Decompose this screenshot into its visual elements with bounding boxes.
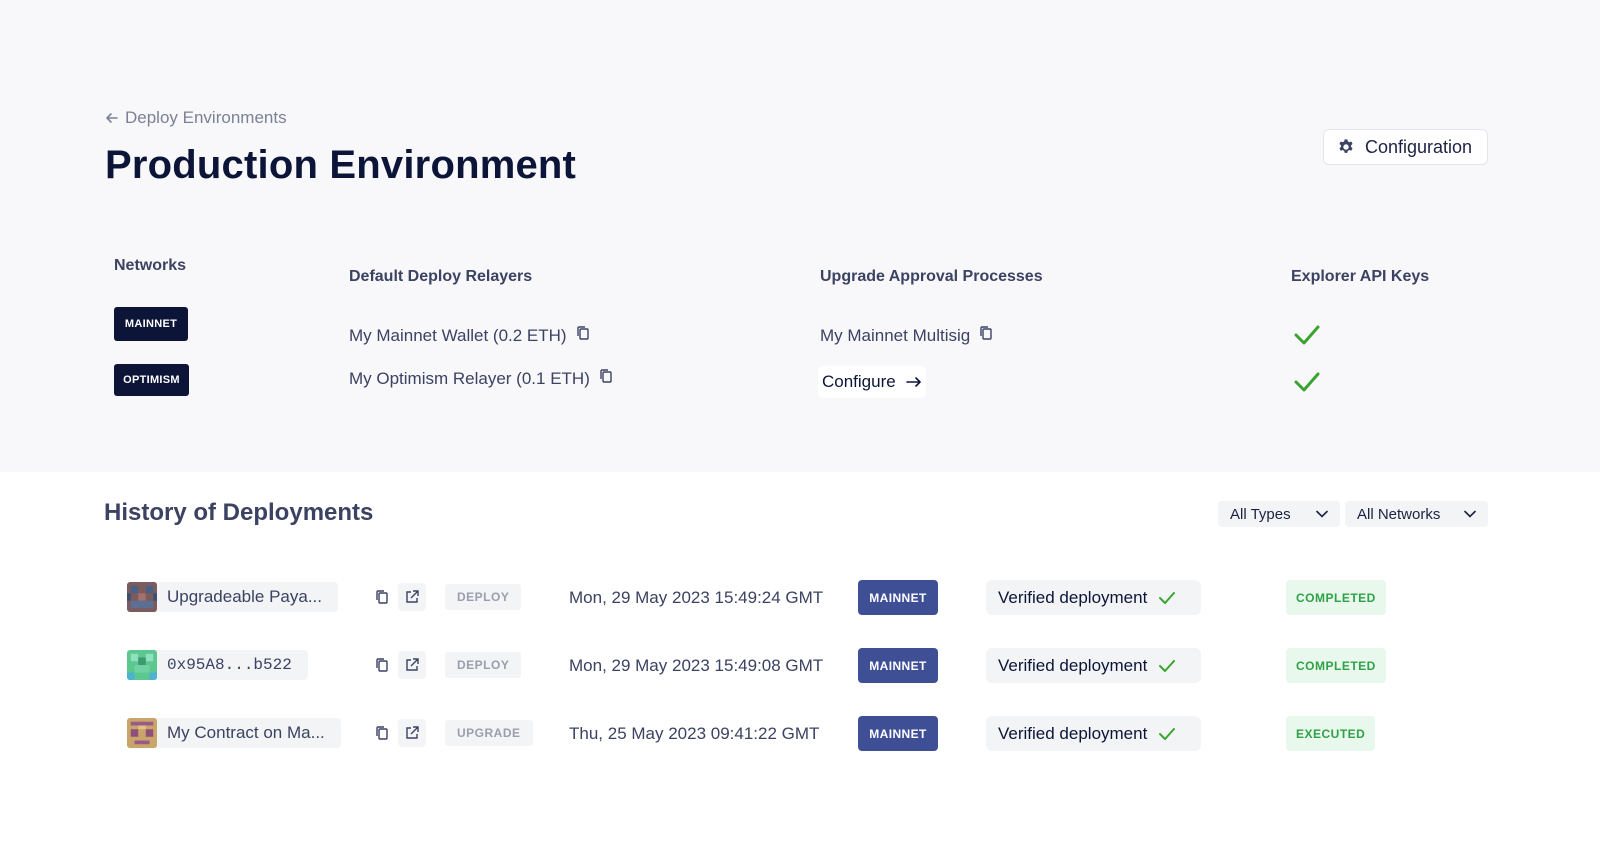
check-icon — [1159, 727, 1176, 740]
table-row: My Contract on Ma... UPGRADE Thu, 25 May… — [0, 716, 1600, 756]
relayer-optimism: My Optimism Relayer (0.1 ETH) — [349, 368, 614, 389]
external-link-icon — [406, 658, 419, 671]
network-badge: MAINNET — [858, 580, 938, 615]
configure-approval-link[interactable]: Configure — [818, 366, 926, 398]
copy-button[interactable] — [368, 651, 396, 679]
copy-icon — [376, 658, 388, 672]
deployment-type-tag: DEPLOY — [445, 584, 522, 610]
configure-link-label: Configure — [822, 372, 896, 391]
copy-icon[interactable] — [575, 325, 591, 346]
status-badge: COMPLETED — [1286, 648, 1386, 683]
verification-status: Verified deployment — [986, 648, 1201, 683]
verification-label: Verified deployment — [998, 723, 1148, 743]
verification-label: Verified deployment — [998, 655, 1148, 675]
configuration-button[interactable]: Configuration — [1323, 129, 1488, 165]
api-keys-column-header: Explorer API Keys — [1291, 268, 1430, 285]
copy-icon[interactable] — [978, 325, 994, 346]
chevron-down-icon — [1464, 510, 1476, 518]
approval-mainnet: My Mainnet Multisig — [820, 325, 994, 346]
network-badge: MAINNET — [858, 648, 938, 683]
network-badge-optimism: OPTIMISM — [114, 364, 189, 396]
history-title: History of Deployments — [104, 499, 374, 526]
filter-networks-label: All Networks — [1357, 505, 1441, 523]
contract-name-label: Upgradeable Paya... — [167, 587, 322, 606]
verification-label: Verified deployment — [998, 587, 1148, 607]
deployment-type-tag: DEPLOY — [445, 652, 522, 678]
chevron-down-icon — [1316, 510, 1328, 518]
relayers-column-header: Default Deploy Relayers — [349, 268, 533, 285]
table-row: Upgradeable Paya... DEPLOY Mon, 29 May 2… — [0, 580, 1600, 620]
filter-types-dropdown[interactable]: All Types — [1218, 501, 1340, 527]
copy-icon[interactable] — [598, 368, 614, 389]
status-badge: COMPLETED — [1286, 580, 1386, 615]
approval-mainnet-label: My Mainnet Multisig — [820, 325, 971, 345]
copy-button[interactable] — [368, 719, 396, 747]
external-link-icon — [406, 726, 419, 739]
table-row: 0x95A8...b522 DEPLOY Mon, 29 May 2023 15… — [0, 648, 1600, 688]
contract-name[interactable]: My Contract on Ma... — [127, 718, 341, 748]
copy-icon — [376, 726, 388, 740]
open-external-button[interactable] — [398, 719, 426, 747]
back-link-label: Deploy Environments — [125, 108, 287, 127]
deployment-type-tag: UPGRADE — [445, 720, 533, 746]
check-icon — [1159, 659, 1176, 672]
environment-summary-panel — [0, 0, 1600, 472]
copy-icon — [376, 590, 388, 604]
relayer-optimism-label: My Optimism Relayer (0.1 ETH) — [349, 368, 590, 388]
contract-name[interactable]: Upgradeable Paya... — [127, 582, 338, 612]
status-badge: EXECUTED — [1286, 716, 1376, 751]
gear-icon — [1339, 139, 1353, 153]
open-external-button[interactable] — [398, 583, 426, 611]
external-link-icon — [406, 590, 419, 603]
copy-button[interactable] — [368, 583, 396, 611]
check-icon — [1294, 325, 1320, 345]
contract-name[interactable]: 0x95A8...b522 — [127, 650, 308, 680]
arrow-right-icon — [905, 377, 921, 387]
deployment-date: Mon, 29 May 2023 15:49:24 GMT — [569, 588, 824, 607]
avatar — [127, 650, 157, 680]
back-to-deploy-environments-link[interactable]: Deploy Environments — [105, 108, 287, 128]
open-external-button[interactable] — [398, 651, 426, 679]
relayer-mainnet-label: My Mainnet Wallet (0.2 ETH) — [349, 325, 567, 345]
deployment-date: Mon, 29 May 2023 15:49:08 GMT — [569, 656, 824, 675]
avatar — [127, 582, 157, 612]
configuration-button-label: Configuration — [1365, 136, 1473, 157]
contract-address-label: 0x95A8...b522 — [167, 656, 292, 674]
contract-name-label: My Contract on Ma... — [167, 723, 325, 742]
network-badge-mainnet: MAINNET — [114, 307, 188, 341]
verification-status: Verified deployment — [986, 580, 1201, 615]
avatar — [127, 718, 157, 748]
approvals-column-header: Upgrade Approval Processes — [820, 268, 1043, 285]
check-icon — [1159, 591, 1176, 604]
deployment-date: Thu, 25 May 2023 09:41:22 GMT — [569, 724, 820, 743]
networks-column-header: Networks — [114, 257, 187, 274]
filter-networks-dropdown[interactable]: All Networks — [1345, 501, 1488, 527]
page-title: Production Environment — [105, 143, 577, 187]
relayer-mainnet: My Mainnet Wallet (0.2 ETH) — [349, 325, 591, 346]
arrow-left-icon — [106, 113, 118, 123]
network-badge: MAINNET — [858, 716, 938, 751]
check-icon — [1294, 372, 1320, 392]
filter-types-label: All Types — [1230, 505, 1291, 523]
verification-status: Verified deployment — [986, 716, 1201, 751]
